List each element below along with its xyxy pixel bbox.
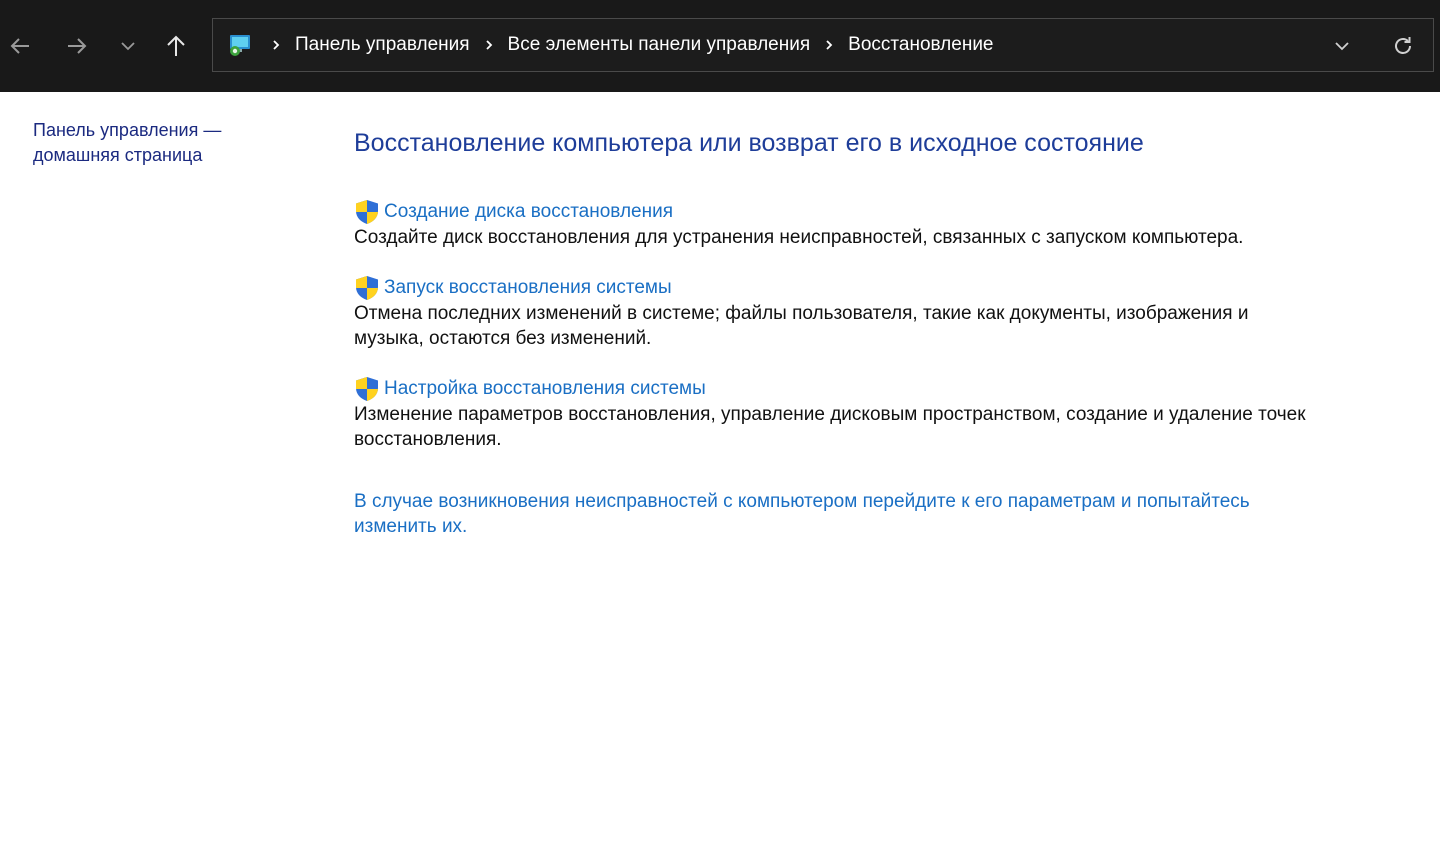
address-history-dropdown[interactable] — [1327, 31, 1357, 61]
uac-shield-icon — [356, 377, 378, 401]
page-title: Восстановление компьютера или возврат ег… — [354, 129, 1144, 157]
arrow-left-icon — [10, 38, 29, 54]
up-button[interactable] — [156, 26, 196, 66]
chevron-down-icon — [121, 42, 135, 51]
refresh-button[interactable] — [1387, 30, 1419, 62]
create-recovery-drive-link[interactable]: Создание диска восстановления — [354, 199, 1314, 225]
breadcrumb-control-panel[interactable]: Панель управления — [289, 34, 476, 56]
task-link-label: Запуск восстановления системы — [384, 277, 672, 298]
breadcrumb: Панель управления Все элементы панели уп… — [263, 19, 1000, 71]
breadcrumb-recovery[interactable]: Восстановление — [842, 34, 999, 56]
home-link-line-2: домашняя страница — [33, 145, 203, 165]
refresh-icon — [1395, 37, 1411, 54]
uac-shield-icon — [356, 200, 378, 224]
task-configure-system-restore: Настройка восстановления системы Изменен… — [354, 376, 1314, 452]
uac-shield-icon — [356, 276, 378, 300]
breadcrumb-separator[interactable] — [265, 39, 287, 51]
chevron-right-icon — [826, 40, 833, 50]
task-open-system-restore: Запуск восстановления системы Отмена пос… — [354, 275, 1314, 351]
task-description: Изменение параметров восстановления, упр… — [354, 404, 1306, 450]
settings-troubleshoot-link[interactable]: В случае возникновения неисправностей с … — [354, 489, 1314, 539]
chevron-right-icon — [485, 40, 492, 50]
task-create-recovery-drive: Создание диска восстановления Создайте д… — [354, 199, 1314, 250]
task-link-label: Создание диска восстановления — [384, 201, 674, 222]
chevron-down-icon — [1335, 42, 1349, 51]
forward-button[interactable] — [57, 26, 97, 66]
breadcrumb-all-items[interactable]: Все элементы панели управления — [502, 34, 817, 56]
open-system-restore-link[interactable]: Запуск восстановления системы — [354, 275, 1314, 301]
configure-system-restore-link[interactable]: Настройка восстановления системы — [354, 376, 1314, 402]
task-description: Отмена последних изменений в системе; фа… — [354, 303, 1249, 349]
breadcrumb-separator[interactable] — [818, 39, 840, 51]
navigation-toolbar: Панель управления Все элементы панели уп… — [0, 0, 1440, 92]
control-panel-home-link[interactable]: Панель управления — домашняя страница — [33, 118, 293, 168]
control-panel-window: Панель управления Все элементы панели уп… — [0, 0, 1440, 850]
task-link-label: Настройка восстановления системы — [384, 378, 706, 399]
control-panel-icon — [230, 35, 250, 56]
back-button[interactable] — [0, 26, 40, 66]
recent-locations-button[interactable] — [108, 26, 148, 66]
arrow-up-icon — [167, 35, 185, 56]
breadcrumb-separator[interactable] — [478, 39, 500, 51]
home-link-line-1: Панель управления — — [33, 120, 222, 140]
left-pane: Панель управления — домашняя страница — [33, 118, 293, 168]
arrow-right-icon — [68, 38, 87, 54]
chevron-right-icon — [273, 40, 280, 50]
task-description: Создайте диск восстановления для устране… — [354, 227, 1244, 248]
address-bar[interactable]: Панель управления Все элементы панели уп… — [212, 18, 1434, 72]
main-content: Восстановление компьютера или возврат ег… — [354, 126, 1354, 537]
